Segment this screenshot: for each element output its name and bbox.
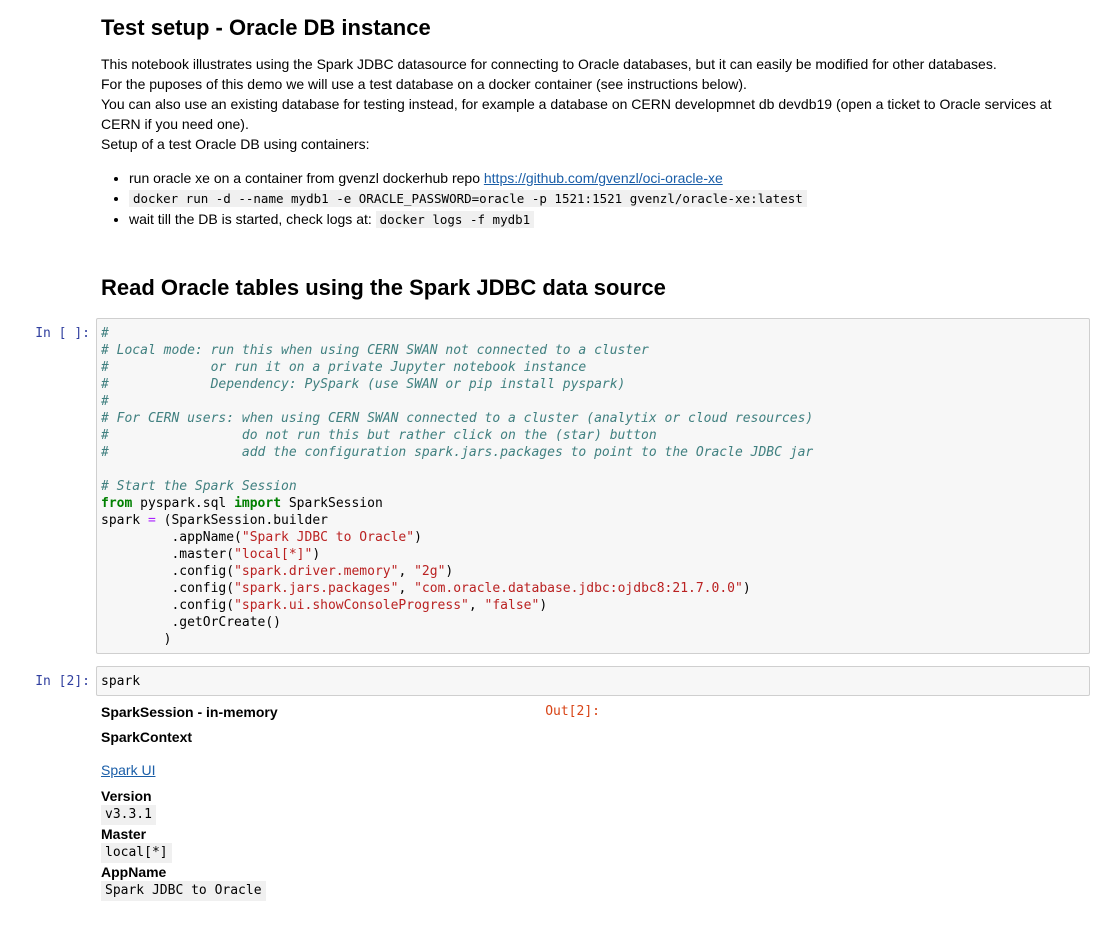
version-label: Version [101, 788, 152, 804]
code-text: .master( [101, 547, 235, 562]
code-text: .config( [101, 581, 235, 596]
string-literal: "spark.driver.memory" [234, 564, 399, 579]
heading-test-setup: Test setup - Oracle DB instance [101, 15, 431, 40]
code-text: , [468, 598, 485, 613]
code-text: .appName( [101, 530, 242, 545]
input-prompt: In [ ]: [35, 326, 90, 341]
markdown-cell-setup[interactable]: Test setup - Oracle DB instance This not… [101, 14, 1085, 230]
code-text: ) [312, 547, 321, 562]
keyword: import [234, 496, 282, 511]
code-text: (SparkSession.builder [155, 513, 328, 528]
paragraph-setup: Setup of a test Oracle DB using containe… [101, 136, 370, 152]
code-text: ) [539, 598, 548, 613]
notebook-page: Test setup - Oracle DB instance This not… [0, 0, 1105, 933]
code-text: spark [101, 513, 148, 528]
code-text: pyspark.sql [132, 496, 235, 511]
code-text: spark [101, 674, 141, 689]
string-literal: "false" [484, 598, 540, 613]
output-area: SparkSession - in-memory SparkContext Sp… [101, 703, 701, 901]
paragraph-existing-db: You can also use an existing database fo… [101, 96, 1052, 132]
string-literal: "spark.jars.packages" [234, 581, 399, 596]
code-editor[interactable]: # # Local mode: run this when using CERN… [97, 319, 1089, 654]
code-text: ) [742, 581, 751, 596]
paragraph-purposes: For the puposes of this demo we will use… [101, 76, 747, 92]
code-comment: # [101, 394, 109, 409]
code-cell-spark-session[interactable]: # # Local mode: run this when using CERN… [96, 318, 1090, 654]
code-text: .config( [101, 564, 235, 579]
code-comment: # Local mode: run this when using CERN S… [101, 343, 649, 358]
heading-read-oracle: Read Oracle tables using the Spark JDBC … [101, 275, 666, 300]
list-item: run oracle xe on a container from gvenzl… [129, 168, 1085, 188]
code-text: ) [101, 632, 172, 647]
spark-context-title: SparkContext [101, 729, 193, 745]
code-comment: # add the configuration spark.jars.packa… [101, 445, 814, 460]
string-literal: "local[*]" [234, 547, 313, 562]
setup-bullet-list: run oracle xe on a container from gvenzl… [101, 168, 1085, 230]
master-value: local[*] [101, 843, 172, 863]
list-item: docker run -d --name mydb1 -e ORACLE_PAS… [129, 188, 1085, 209]
string-literal: "2g" [414, 564, 446, 579]
bullet-text: run oracle xe on a container from gvenzl… [129, 170, 484, 186]
code-comment: # do not run this but rather click on th… [101, 428, 657, 443]
code-text: ) [414, 530, 422, 545]
paragraph-intro: This notebook illustrates using the Spar… [101, 56, 997, 72]
code-text: .getOrCreate() [101, 615, 282, 630]
code-text: ) [445, 564, 454, 579]
github-repo-link[interactable]: https://github.com/gvenzl/oci-oracle-xe [484, 170, 723, 186]
docker-logs-code: docker logs -f mydb1 [375, 211, 535, 228]
markdown-cell-read[interactable]: Read Oracle tables using the Spark JDBC … [101, 274, 1085, 302]
spark-ui-link[interactable]: Spark UI [101, 762, 155, 778]
code-comment: # or run it on a private Jupyter noteboo… [101, 360, 587, 375]
list-item: wait till the DB is started, check logs … [129, 209, 1085, 230]
input-prompt: In [2]: [35, 674, 90, 689]
master-label: Master [101, 826, 147, 842]
string-literal: "spark.ui.showConsoleProgress" [234, 598, 469, 613]
version-value: v3.3.1 [101, 805, 156, 825]
docker-run-code: docker run -d --name mydb1 -e ORACLE_PAS… [129, 190, 807, 207]
code-comment: # For CERN users: when using CERN SWAN c… [101, 411, 814, 426]
string-literal: "Spark JDBC to Oracle" [241, 530, 415, 545]
code-text: , [398, 564, 415, 579]
keyword: from [101, 496, 133, 511]
code-text: , [398, 581, 415, 596]
code-text: SparkSession [281, 496, 383, 511]
code-comment: # Dependency: PySpark (use SWAN or pip i… [101, 377, 626, 392]
bullet-text: wait till the DB is started, check logs … [129, 211, 376, 227]
code-comment: # Start the Spark Session [101, 479, 297, 494]
code-comment: # [101, 326, 109, 341]
code-cell-spark[interactable]: spark [96, 666, 1090, 696]
appname-value: Spark JDBC to Oracle [101, 881, 266, 901]
appname-label: AppName [101, 864, 167, 880]
spark-session-title: SparkSession - in-memory [101, 704, 278, 720]
operator: = [147, 513, 156, 528]
code-text: .config( [101, 598, 235, 613]
code-editor[interactable]: spark [97, 667, 1089, 696]
string-literal: "com.oracle.database.jdbc:ojdbc8:21.7.0.… [414, 581, 743, 596]
